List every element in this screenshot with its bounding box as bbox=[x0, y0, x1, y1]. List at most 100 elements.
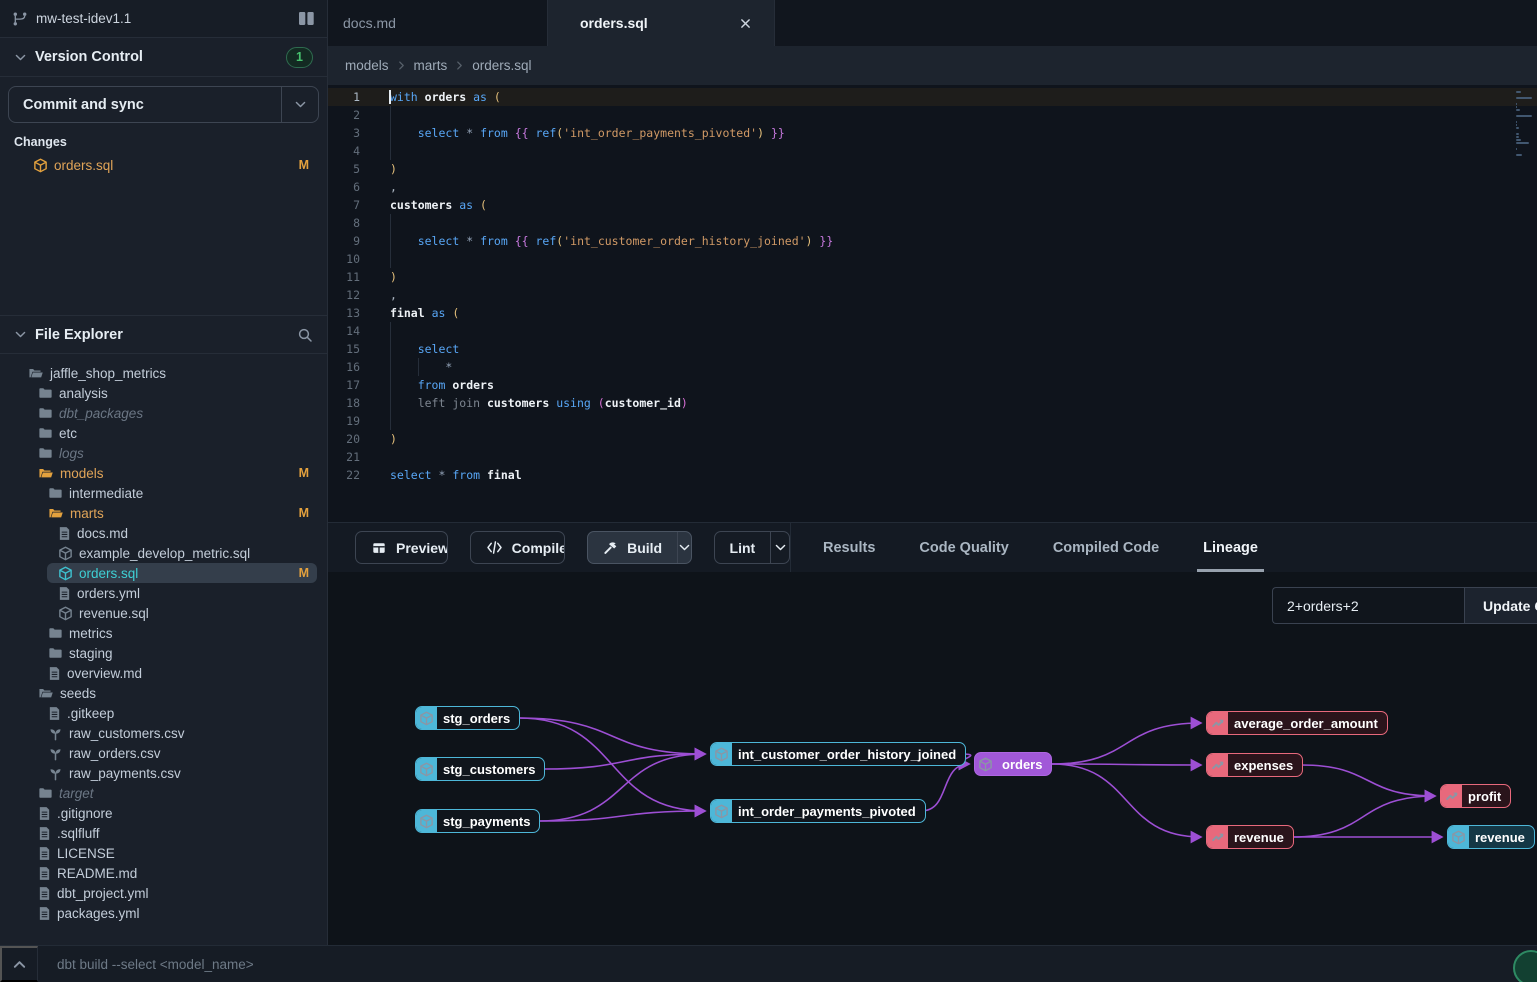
panels-icon[interactable] bbox=[298, 11, 315, 26]
lineage-node-revenue_model[interactable]: revenue bbox=[1447, 825, 1535, 849]
file-tree-item-dbt-project-yml[interactable]: dbt_project.yml bbox=[0, 883, 327, 903]
code-line-21[interactable]: 21 bbox=[328, 448, 1537, 466]
lint-dropdown-toggle[interactable] bbox=[770, 532, 789, 563]
file-explorer-header[interactable]: File Explorer bbox=[0, 315, 327, 354]
file-tree-item-raw-payments-csv[interactable]: raw_payments.csv bbox=[0, 763, 327, 783]
file-tree-item-docs-md[interactable]: docs.md bbox=[0, 523, 327, 543]
file-tree-item--gitignore[interactable]: .gitignore bbox=[0, 803, 327, 823]
file-tree-item-metrics[interactable]: metrics bbox=[0, 623, 327, 643]
file-tree-item-orders-sql[interactable]: orders.sqlM bbox=[0, 563, 327, 583]
panel-tab-results[interactable]: Results bbox=[823, 523, 875, 572]
code-editor[interactable]: 1with orders as (23 select * from {{ ref… bbox=[328, 85, 1537, 522]
build-dropdown-toggle[interactable] bbox=[677, 532, 691, 563]
code-line-1[interactable]: 1with orders as ( bbox=[328, 88, 1537, 106]
lineage-node-average_order_amount[interactable]: average_order_amount bbox=[1206, 711, 1388, 735]
command-bar-expand-button[interactable] bbox=[0, 946, 38, 982]
lineage-node-expenses[interactable]: expenses bbox=[1206, 753, 1303, 777]
lineage-node-revenue[interactable]: revenue bbox=[1206, 825, 1294, 849]
search-icon[interactable] bbox=[297, 327, 313, 343]
file-tree-item-jaffle-shop-metrics[interactable]: jaffle_shop_metrics bbox=[0, 363, 327, 383]
code-line-4[interactable]: 4 bbox=[328, 142, 1537, 160]
code-line-3[interactable]: 3 select * from {{ ref('int_order_paymen… bbox=[328, 124, 1537, 142]
lineage-node-int_customer_order_history_joined[interactable]: int_customer_order_history_joined bbox=[710, 742, 966, 766]
panel-tab-compiled-code[interactable]: Compiled Code bbox=[1053, 523, 1159, 572]
line-number: 8 bbox=[328, 214, 374, 232]
code-line-18[interactable]: 18 left join customers using (customer_i… bbox=[328, 394, 1537, 412]
code-line-16[interactable]: 16 * bbox=[328, 358, 1537, 376]
code-line-22[interactable]: 22select * from final bbox=[328, 466, 1537, 484]
file-tree-item-logs[interactable]: logs bbox=[0, 443, 327, 463]
file-tree-item--gitkeep[interactable]: .gitkeep bbox=[0, 703, 327, 723]
file-tree-item-marts[interactable]: martsM bbox=[0, 503, 327, 523]
code-line-14[interactable]: 14 bbox=[328, 322, 1537, 340]
file-tree-item-staging[interactable]: staging bbox=[0, 643, 327, 663]
version-control-header[interactable]: Version Control 1 bbox=[0, 38, 327, 77]
file-tree-item--sqlfluff[interactable]: .sqlfluff bbox=[0, 823, 327, 843]
command-input[interactable]: dbt build --select <model_name> bbox=[38, 957, 254, 972]
code-line-11[interactable]: 11) bbox=[328, 268, 1537, 286]
lineage-node-orders[interactable]: orders bbox=[974, 752, 1052, 776]
breadcrumb-item[interactable]: marts bbox=[414, 58, 448, 73]
code-line-12[interactable]: 12, bbox=[328, 286, 1537, 304]
file-tree-item-dbt-packages[interactable]: dbt_packages bbox=[0, 403, 327, 423]
code-line-19[interactable]: 19 bbox=[328, 412, 1537, 430]
file-tree-item-packages-yml[interactable]: packages.yml bbox=[0, 903, 327, 923]
file-tree-item-models[interactable]: modelsM bbox=[0, 463, 327, 483]
code-line-13[interactable]: 13final as ( bbox=[328, 304, 1537, 322]
commit-button-label[interactable]: Commit and sync bbox=[9, 87, 281, 122]
code-line-9[interactable]: 9 select * from {{ ref('int_customer_ord… bbox=[328, 232, 1537, 250]
code-line-2[interactable]: 2 bbox=[328, 106, 1537, 124]
file-tree-item-intermediate[interactable]: intermediate bbox=[0, 483, 327, 503]
commit-and-sync-button[interactable]: Commit and sync bbox=[8, 86, 319, 123]
file-tree-item-target[interactable]: target bbox=[0, 783, 327, 803]
editor-tab-docs-md[interactable]: docs.md bbox=[328, 0, 548, 46]
build-button[interactable]: Build bbox=[587, 531, 691, 564]
file-tree-item-license[interactable]: LICENSE bbox=[0, 843, 327, 863]
lineage-node-int_order_payments_pivoted[interactable]: int_order_payments_pivoted bbox=[710, 799, 926, 823]
file-tree-item-raw-orders-csv[interactable]: raw_orders.csv bbox=[0, 743, 327, 763]
file-tree-item-etc[interactable]: etc bbox=[0, 423, 327, 443]
file-tree-item-example-develop-metric-sql[interactable]: example_develop_metric.sql bbox=[0, 543, 327, 563]
close-icon[interactable] bbox=[739, 17, 752, 30]
lineage-node-profit[interactable]: profit bbox=[1440, 784, 1511, 808]
ide-app: mw-test-idev1.1 Version Control 1 Commit… bbox=[0, 0, 1537, 982]
lineage-node-stg_orders[interactable]: stg_orders bbox=[415, 706, 520, 730]
file-tree-item-readme-md[interactable]: README.md bbox=[0, 863, 327, 883]
file-tree-item-label: raw_orders.csv bbox=[69, 746, 161, 761]
code-line-20[interactable]: 20) bbox=[328, 430, 1537, 448]
commit-dropdown-toggle[interactable] bbox=[281, 87, 318, 122]
code-line-6[interactable]: 6, bbox=[328, 178, 1537, 196]
breadcrumb-item[interactable]: models bbox=[345, 58, 389, 73]
file-tree-item-label: overview.md bbox=[67, 666, 142, 681]
code-line-10[interactable]: 10 bbox=[328, 250, 1537, 268]
panel-tab-lineage[interactable]: Lineage bbox=[1203, 523, 1258, 572]
hammer-icon bbox=[603, 540, 618, 555]
editor-tab-orders-sql[interactable]: orders.sql bbox=[548, 0, 775, 46]
file-tree-item-overview-md[interactable]: overview.md bbox=[0, 663, 327, 683]
line-number: 3 bbox=[328, 124, 374, 142]
code-line-7[interactable]: 7customers as ( bbox=[328, 196, 1537, 214]
code-line-15[interactable]: 15 select bbox=[328, 340, 1537, 358]
file-tree-item-seeds[interactable]: seeds bbox=[0, 683, 327, 703]
status-indicator[interactable] bbox=[1513, 950, 1537, 982]
lint-button[interactable]: Lint bbox=[714, 531, 790, 564]
update-graph-button[interactable]: Update Graph bbox=[1464, 587, 1537, 624]
file-tree-item-revenue-sql[interactable]: revenue.sql bbox=[0, 603, 327, 623]
code-line-8[interactable]: 8 bbox=[328, 214, 1537, 232]
file-tree-item-orders-yml[interactable]: orders.yml bbox=[0, 583, 327, 603]
lineage-panel: stg_orders stg_customers stg_payments int_c… bbox=[328, 572, 1537, 945]
file-tree-item-analysis[interactable]: analysis bbox=[0, 383, 327, 403]
model-cube-icon bbox=[1451, 830, 1466, 845]
file-tree-item-raw-customers-csv[interactable]: raw_customers.csv bbox=[0, 723, 327, 743]
changed-file-row[interactable]: orders.sqlM bbox=[0, 155, 327, 175]
editor-minimap[interactable] bbox=[1516, 91, 1534, 157]
preview-button[interactable]: Preview bbox=[355, 531, 448, 564]
lineage-selector-input[interactable]: 2+orders+2 bbox=[1272, 587, 1464, 624]
breadcrumb-item[interactable]: orders.sql bbox=[472, 58, 531, 73]
panel-tab-code-quality[interactable]: Code Quality bbox=[919, 523, 1008, 572]
lineage-node-stg_payments[interactable]: stg_payments bbox=[415, 809, 540, 833]
code-line-17[interactable]: 17 from orders bbox=[328, 376, 1537, 394]
compile-button[interactable]: Compile bbox=[470, 531, 565, 564]
lineage-node-stg_customers[interactable]: stg_customers bbox=[415, 757, 545, 781]
code-line-5[interactable]: 5) bbox=[328, 160, 1537, 178]
